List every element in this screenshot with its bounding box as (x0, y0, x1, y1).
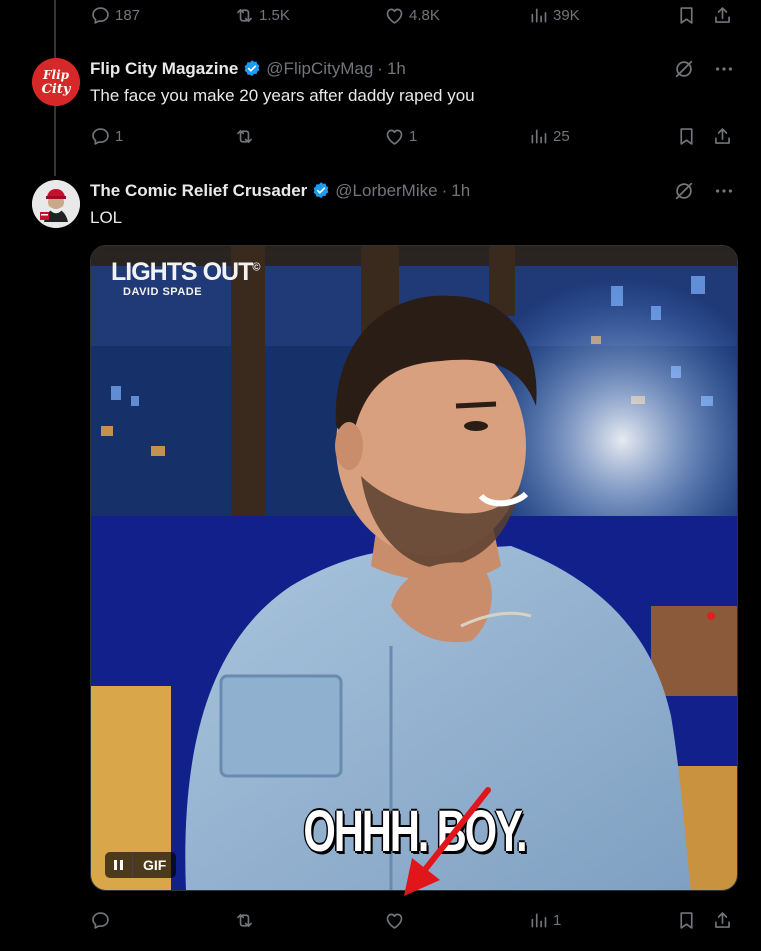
tweet-text: The face you make 20 years after daddy r… (90, 86, 475, 105)
tweet-top-icons (673, 58, 735, 80)
like-count: 4.8K (409, 6, 440, 24)
bookmark-button[interactable] (676, 121, 697, 151)
verified-icon (244, 60, 260, 77)
share-button[interactable] (712, 121, 733, 151)
repost-button[interactable] (234, 905, 259, 935)
tweet-top-icons (673, 180, 735, 202)
svg-text:Flip: Flip (42, 68, 70, 82)
like-button[interactable]: 1 (384, 121, 417, 151)
bookmark-button[interactable] (676, 0, 697, 30)
tweet-action-bar: 1 1 25 (0, 121, 761, 151)
pause-button[interactable] (105, 852, 133, 878)
gif-label: GIF (143, 857, 167, 873)
svg-text:City: City (42, 82, 72, 97)
views-count: 1 (553, 911, 562, 929)
flip-city-logo: Flip City (32, 58, 80, 106)
views-count: 39K (553, 6, 580, 24)
reply-count: 187 (115, 6, 141, 24)
brand-sub-text: DAVID SPADE (123, 286, 203, 298)
bookmark-icon (680, 127, 693, 145)
reply-count: 1 (115, 127, 124, 145)
reply-button[interactable]: 1 (90, 121, 123, 151)
reply-icon (92, 127, 109, 145)
display-name[interactable]: Flip City Magazine (90, 59, 238, 79)
avatar[interactable]: Flip City (32, 58, 80, 106)
share-icon (715, 127, 730, 144)
like-icon (386, 129, 403, 145)
grok-icon[interactable] (673, 58, 695, 80)
show-brand-logo: LIGHTS OUT© DAVID SPADE (111, 258, 261, 298)
like-count: 1 (409, 127, 418, 145)
reply-button[interactable] (90, 905, 115, 935)
bookmark-icon (680, 6, 693, 24)
views-button[interactable]: 39K (528, 0, 580, 30)
tweet-text: LOL (90, 208, 123, 227)
views-button[interactable]: 25 (528, 121, 570, 151)
verified-icon (313, 182, 329, 199)
reply-button[interactable]: 187 (90, 0, 140, 30)
repost-icon (237, 129, 252, 143)
avatar-image (32, 180, 80, 228)
share-icon (715, 6, 730, 23)
repost-icon (237, 913, 252, 927)
separator: · (441, 181, 448, 200)
like-button[interactable]: 4.8K (384, 0, 440, 30)
brand-main-text: LIGHTS OUT (111, 258, 253, 286)
bookmark-button[interactable] (676, 905, 697, 935)
views-icon (531, 129, 547, 143)
user-handle[interactable]: @LorberMike (335, 181, 437, 201)
tweet-action-bar: 1 (0, 905, 761, 935)
reply-icon (92, 6, 109, 24)
timestamp[interactable]: 1h (387, 59, 406, 79)
repost-button[interactable] (234, 121, 259, 151)
separator: · (377, 59, 383, 78)
repost-icon (237, 8, 252, 22)
views-icon (531, 8, 547, 22)
views-button[interactable]: 1 (528, 905, 561, 935)
gif-frame (91, 246, 737, 890)
tweet-flip-city[interactable]: Flip City Flip City Magazine @FlipCityMa… (0, 58, 761, 178)
like-icon (386, 913, 403, 929)
bookmark-icon (680, 911, 693, 929)
like-button[interactable] (384, 905, 409, 935)
repost-button[interactable]: 1.5K (234, 0, 290, 30)
tweet-action-bar: 187 1.5K 4.8K 39K (0, 0, 761, 30)
more-icon[interactable] (713, 58, 735, 80)
user-handle[interactable]: @FlipCityMag (266, 59, 373, 79)
display-name[interactable]: The Comic Relief Crusader (90, 181, 307, 201)
share-button[interactable] (712, 905, 733, 935)
avatar[interactable] (32, 180, 80, 228)
views-count: 25 (553, 127, 570, 145)
grok-icon[interactable] (673, 180, 695, 202)
tweet-media-gif[interactable]: LIGHTS OUT© DAVID SPADE OHHH. BOY. GIF (90, 245, 738, 891)
share-icon (715, 911, 730, 928)
tweet-header: The Comic Relief Crusader @LorberMike · … (90, 180, 470, 202)
reply-icon (92, 911, 109, 929)
views-icon (531, 913, 547, 927)
more-icon[interactable] (713, 180, 735, 202)
gif-badge: GIF (105, 852, 177, 878)
share-button[interactable] (712, 0, 733, 30)
repost-count: 1.5K (259, 6, 290, 24)
brand-circle: © (252, 261, 260, 274)
timestamp[interactable]: 1h (451, 181, 470, 201)
tweet-header: Flip City Magazine @FlipCityMag · 1h (90, 58, 406, 80)
gif-caption: OHHH. BOY. (303, 799, 527, 864)
like-icon (386, 8, 403, 24)
pause-icon (114, 860, 117, 870)
